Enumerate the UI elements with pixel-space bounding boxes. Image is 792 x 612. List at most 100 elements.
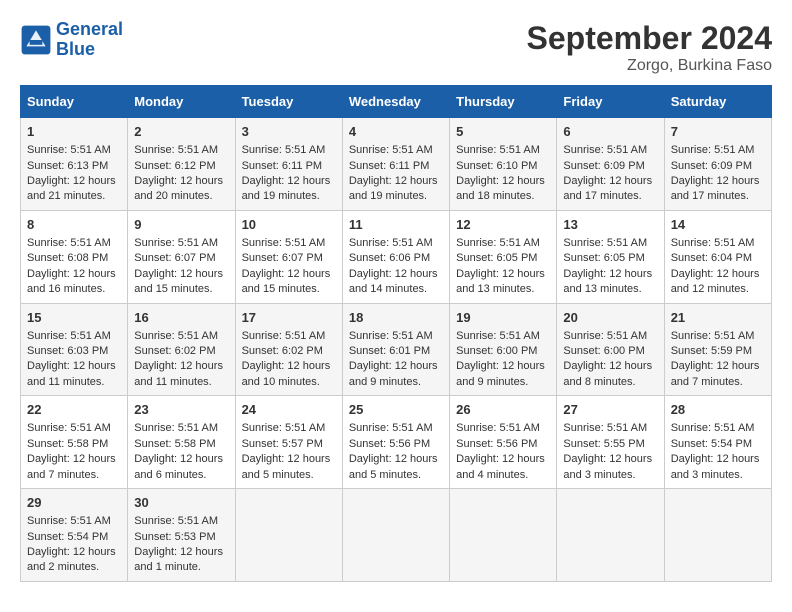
day-number: 3: [242, 123, 336, 141]
day-info-line: Daylight: 12 hours: [456, 452, 550, 467]
calendar-cell: [342, 489, 449, 582]
day-info-line: and 4 minutes.: [456, 468, 550, 483]
day-number: 30: [134, 494, 228, 512]
day-info-line: Daylight: 12 hours: [349, 452, 443, 467]
day-info-line: Daylight: 12 hours: [134, 545, 228, 560]
day-number: 15: [27, 309, 121, 327]
day-info-line: Daylight: 12 hours: [563, 267, 657, 282]
calendar-cell: 18Sunrise: 5:51 AMSunset: 6:01 PMDayligh…: [342, 303, 449, 396]
day-info-line: Daylight: 12 hours: [134, 267, 228, 282]
calendar-cell: 23Sunrise: 5:51 AMSunset: 5:58 PMDayligh…: [128, 396, 235, 489]
day-info-line: and 9 minutes.: [456, 375, 550, 390]
calendar-cell: 21Sunrise: 5:51 AMSunset: 5:59 PMDayligh…: [664, 303, 771, 396]
day-info-line: Sunset: 6:07 PM: [242, 251, 336, 266]
day-info-line: Sunrise: 5:51 AM: [349, 143, 443, 158]
day-info-line: and 15 minutes.: [242, 282, 336, 297]
day-info-line: Sunrise: 5:51 AM: [242, 143, 336, 158]
day-info-line: and 13 minutes.: [456, 282, 550, 297]
day-info-line: Sunset: 5:57 PM: [242, 437, 336, 452]
day-info-line: Daylight: 12 hours: [242, 267, 336, 282]
day-number: 14: [671, 216, 765, 234]
day-info-line: Daylight: 12 hours: [671, 359, 765, 374]
calendar-week-row: 15 Sunrise: 5:51 AM Sunset: 6:03 PM Dayligh…: [21, 303, 772, 396]
day-number: 27: [563, 401, 657, 419]
day-info-line: Sunset: 6:01 PM: [349, 344, 443, 359]
day-info-line: Daylight: 12 hours: [671, 174, 765, 189]
day-info-line: Sunset: 6:00 PM: [563, 344, 657, 359]
calendar-cell: 11Sunrise: 5:51 AMSunset: 6:06 PMDayligh…: [342, 210, 449, 303]
calendar-week-row: 22Sunrise: 5:51 AMSunset: 5:58 PMDayligh…: [21, 396, 772, 489]
day-number: 23: [134, 401, 228, 419]
calendar-cell: 6Sunrise: 5:51 AMSunset: 6:09 PMDaylight…: [557, 118, 664, 211]
day-info-line: and 2 minutes.: [27, 560, 121, 575]
day-info-line: Sunset: 6:13 PM: [27, 159, 121, 174]
calendar-cell: 10 Sunrise: 5:51 AMSunset: 6:07 PMDayligh…: [235, 210, 342, 303]
day-info-line: Sunset: 6:11 PM: [242, 159, 336, 174]
day-info-line: Daylight: 12 hours: [456, 359, 550, 374]
day-info-line: Daylight: 12 hours: [27, 452, 121, 467]
day-number: 8: [27, 216, 121, 234]
day-info-line: Sunset: 6:02 PM: [134, 344, 228, 359]
column-header-sunday: Sunday: [21, 86, 128, 118]
day-info-line: Sunrise: 5:51 AM: [134, 514, 228, 529]
day-number: 21: [671, 309, 765, 327]
day-info-line: Sunrise: 5:51 AM: [671, 421, 765, 436]
day-info-line: Sunrise: 5:51 AM: [671, 329, 765, 344]
calendar-header-row: SundayMondayTuesdayWednesdayThursdayFrid…: [21, 86, 772, 118]
month-title: September 2024: [527, 20, 772, 57]
day-number: 19: [456, 309, 550, 327]
column-header-wednesday: Wednesday: [342, 86, 449, 118]
calendar-cell: 15Sunrise: 5:51 AMSunset: 6:03 PMDayligh…: [21, 303, 128, 396]
day-info-line: Sunrise: 5:51 AM: [349, 421, 443, 436]
day-info-line: Daylight: 12 hours: [563, 452, 657, 467]
day-number: 24: [242, 401, 336, 419]
day-info-line: Sunset: 5:55 PM: [563, 437, 657, 452]
day-info-line: Sunrise: 5:51 AM: [134, 421, 228, 436]
day-info-line: Daylight: 12 hours: [27, 545, 121, 560]
title-block: September 2024 Zorgo, Burkina Faso: [527, 20, 772, 75]
day-info-line: Sunrise: 5:51 AM: [27, 421, 121, 436]
day-info-line: Sunset: 5:56 PM: [349, 437, 443, 452]
day-number: 10: [242, 216, 336, 234]
day-number: 16: [134, 309, 228, 327]
day-info-line: Sunset: 5:54 PM: [27, 530, 121, 545]
day-info-line: Sunrise: 5:51 AM: [242, 236, 336, 251]
day-info-line: Sunrise: 5:51 AM: [134, 143, 228, 158]
day-info-line: Sunrise: 5:51 AM: [563, 236, 657, 251]
day-info-line: and 11 minutes.: [27, 375, 121, 390]
day-number: 17: [242, 309, 336, 327]
day-info-line: Daylight: 12 hours: [242, 452, 336, 467]
day-number: 20: [563, 309, 657, 327]
calendar-cell: 24Sunrise: 5:51 AMSunset: 5:57 PMDayligh…: [235, 396, 342, 489]
day-info-line: Sunrise: 5:51 AM: [349, 236, 443, 251]
page-header: General Blue September 2024 Zorgo, Burki…: [20, 20, 772, 75]
day-info-line: Daylight: 12 hours: [134, 174, 228, 189]
day-info-line: Sunset: 6:09 PM: [671, 159, 765, 174]
day-info-line: Daylight: 12 hours: [27, 174, 121, 189]
day-number: 22: [27, 401, 121, 419]
day-number: 5: [456, 123, 550, 141]
day-info-line: Sunset: 5:58 PM: [134, 437, 228, 452]
day-info-line: and 11 minutes.: [134, 375, 228, 390]
day-info-line: Sunset: 6:07 PM: [134, 251, 228, 266]
day-info-line: Sunrise: 5:51 AM: [134, 329, 228, 344]
day-info-line: and 12 minutes.: [671, 282, 765, 297]
column-header-thursday: Thursday: [450, 86, 557, 118]
calendar-cell: 8Sunrise: 5:51 AMSunset: 6:08 PMDaylight…: [21, 210, 128, 303]
day-info-line: Sunset: 6:03 PM: [27, 344, 121, 359]
day-info-line: Sunrise: 5:51 AM: [27, 236, 121, 251]
day-info-line: Sunrise: 5:51 AM: [563, 421, 657, 436]
day-info-line: and 16 minutes.: [27, 282, 121, 297]
day-info-line: Sunset: 6:04 PM: [671, 251, 765, 266]
day-info-line: Sunrise: 5:51 AM: [671, 143, 765, 158]
calendar-week-row: 1Sunrise: 5:51 AMSunset: 6:13 PMDaylight…: [21, 118, 772, 211]
column-header-friday: Friday: [557, 86, 664, 118]
day-info-line: and 15 minutes.: [134, 282, 228, 297]
logo-icon: [20, 24, 52, 56]
day-info-line: and 9 minutes.: [349, 375, 443, 390]
calendar-cell: 2Sunrise: 5:51 AMSunset: 6:12 PMDaylight…: [128, 118, 235, 211]
day-info-line: Sunset: 6:12 PM: [134, 159, 228, 174]
day-number: 1: [27, 123, 121, 141]
day-number: 9: [134, 216, 228, 234]
day-info-line: and 5 minutes.: [349, 468, 443, 483]
